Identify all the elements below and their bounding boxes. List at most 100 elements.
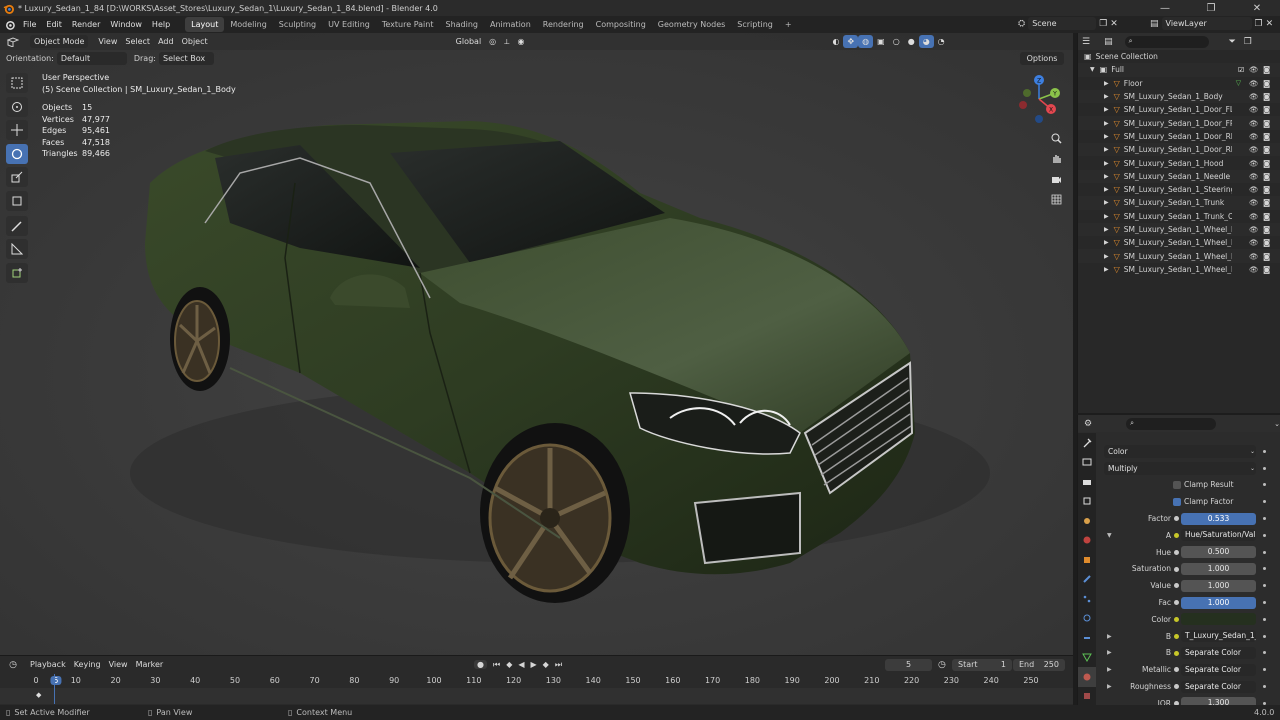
tab-shading[interactable]: Shading	[439, 17, 484, 32]
camera-icon[interactable]: ◙	[1263, 198, 1270, 207]
gizmo-toggle-icon[interactable]: ✥	[843, 35, 859, 48]
saturation-field[interactable]: 1.000	[1181, 562, 1256, 575]
record-icon[interactable]: ●	[474, 660, 487, 669]
outliner-object-row[interactable]: ▶ ▽ SM_Luxury_Sedan_1_Door_RL 👁 ◙	[1078, 130, 1280, 143]
keyframe-dot[interactable]	[1263, 517, 1266, 521]
menu-add[interactable]: Add	[154, 35, 178, 48]
rendered-shading-icon[interactable]: ◔	[934, 35, 949, 48]
object-tab-icon[interactable]	[1078, 550, 1096, 570]
world-tab-icon[interactable]	[1078, 531, 1096, 551]
expand-arrow-icon[interactable]: ▶	[1104, 146, 1109, 153]
menu-timeline-view[interactable]: View	[105, 658, 132, 671]
socket-dot[interactable]	[1174, 600, 1179, 606]
eye-icon[interactable]: 👁	[1249, 212, 1259, 221]
camera-view-icon[interactable]	[1047, 170, 1065, 188]
prev-keyframe-icon[interactable]: ◆	[506, 660, 512, 669]
outliner-object-row[interactable]: ▶ ▽ SM_Luxury_Sedan_1_Hood 👁 ◙	[1078, 156, 1280, 169]
scale-tool-icon[interactable]	[6, 167, 28, 187]
scene-icon[interactable]: ⛭	[1018, 19, 1025, 29]
clamp-result-checkbox[interactable]	[1173, 480, 1181, 489]
camera-icon[interactable]: ◙	[1263, 265, 1270, 274]
pivot-point-icon[interactable]: ◎	[485, 35, 500, 48]
3d-viewport[interactable]: Object Mode View Select Add Object Globa…	[0, 33, 1073, 655]
outliner-object-row[interactable]: ▶ ▽ SM_Luxury_Sedan_1_Trunk_Cc 👁 ◙	[1078, 210, 1280, 223]
expand-arrow-icon[interactable]: ▶	[1104, 199, 1109, 206]
render-tab-icon[interactable]	[1078, 453, 1096, 473]
camera-icon[interactable]: ◙	[1263, 92, 1270, 101]
outliner-search-input[interactable]: ⌕	[1124, 35, 1209, 48]
outliner-object-row[interactable]: ▶ ▽ SM_Luxury_Sedan_1_Body 👁 ◙	[1078, 89, 1280, 104]
expand-arrow-icon[interactable]: ▶	[1104, 226, 1109, 233]
eye-icon[interactable]: 👁	[1249, 172, 1259, 181]
expand-arrow-icon[interactable]: ▶	[1104, 266, 1109, 273]
socket-dot[interactable]	[1174, 650, 1179, 656]
timeline-track[interactable]: ◆	[0, 674, 1073, 704]
chevron-down-icon[interactable]: ⌄	[1274, 420, 1280, 428]
tool-tab-icon[interactable]	[1078, 433, 1096, 453]
scene-selector[interactable]: Scene	[1028, 17, 1097, 30]
keyframe-dot[interactable]	[1263, 584, 1266, 588]
camera-icon[interactable]: ◙	[1263, 159, 1270, 168]
texture-tab-icon[interactable]	[1078, 687, 1096, 707]
eye-icon[interactable]: 👁	[1249, 145, 1259, 154]
hue-field[interactable]: 0.500	[1181, 546, 1256, 559]
menu-render[interactable]: Render	[67, 20, 105, 29]
timeline-ruler[interactable]: 0 5 10 20 30 40 50 60 70 80 90 100 110 120 130 140 150 16…	[0, 674, 1073, 688]
b2-input-field[interactable]: Separate Color	[1181, 646, 1256, 659]
expand-arrow-icon[interactable]: ▶	[1104, 253, 1109, 260]
eye-icon[interactable]: 👁	[1249, 79, 1259, 88]
expand-arrow-icon[interactable]: ▶	[1104, 106, 1109, 113]
eye-icon[interactable]: 👁	[1249, 159, 1259, 168]
expand-arrow-icon[interactable]: ▶	[1107, 683, 1112, 690]
expand-arrow-icon[interactable]: ▶	[1104, 173, 1109, 180]
play-reverse-icon[interactable]: ◀	[518, 660, 524, 669]
factor-field[interactable]: 0.533	[1181, 512, 1256, 525]
rotate-tool-icon[interactable]	[6, 143, 28, 164]
view-layer-selector[interactable]: ViewLayer	[1161, 17, 1252, 30]
outliner-editor-icon[interactable]: ☰	[1082, 37, 1090, 47]
color-swatch[interactable]	[1181, 613, 1256, 626]
delete-view-layer-icon[interactable]: ✕	[1266, 19, 1274, 29]
menu-select[interactable]: Select	[121, 35, 154, 48]
camera-icon[interactable]: ◙	[1263, 105, 1270, 114]
camera-icon[interactable]: ◙	[1263, 65, 1270, 74]
new-view-layer-icon[interactable]: ❐	[1255, 19, 1263, 29]
expand-arrow-icon[interactable]: ▶	[1107, 633, 1112, 640]
menu-edit[interactable]: Edit	[41, 20, 67, 29]
eye-icon[interactable]: 👁	[1249, 65, 1259, 74]
roughness-input-field[interactable]: Separate Color	[1181, 680, 1256, 693]
properties-editor-icon[interactable]: ⚙	[1084, 419, 1092, 429]
menu-window[interactable]: Window	[105, 20, 147, 29]
camera-icon[interactable]: ◙	[1263, 132, 1270, 141]
socket-dot[interactable]	[1174, 684, 1179, 690]
expand-arrow-icon[interactable]: ▶	[1104, 133, 1109, 140]
mesh-data-icon[interactable]: ▽	[1236, 79, 1241, 87]
zoom-icon[interactable]	[1047, 129, 1065, 147]
data-type-dropdown[interactable]: Color	[1104, 444, 1256, 458]
outliner-object-row[interactable]: ▶ ▽ SM_Luxury_Sedan_1_Trunk 👁 ◙	[1078, 196, 1280, 210]
camera-icon[interactable]: ◙	[1263, 79, 1270, 88]
metallic-input-field[interactable]: Separate Color	[1181, 663, 1256, 676]
eye-icon[interactable]: 👁	[1249, 132, 1259, 141]
options-dropdown[interactable]: Options	[1020, 51, 1064, 65]
outliner-object-row[interactable]: ▶ ▽ SM_Luxury_Sedan_1_Wheel_Fl 👁 ◙	[1078, 263, 1280, 276]
expand-arrow-icon[interactable]: ▶	[1104, 80, 1109, 87]
eye-icon[interactable]: 👁	[1249, 265, 1259, 274]
expand-arrow-icon[interactable]: ▶	[1104, 160, 1109, 167]
blender-menu-icon[interactable]	[0, 19, 18, 30]
expand-arrow-icon[interactable]: ▶	[1107, 649, 1112, 656]
camera-icon[interactable]: ◙	[1263, 119, 1270, 128]
add-cube-tool-icon[interactable]	[6, 262, 28, 283]
eye-icon[interactable]: 👁	[1249, 198, 1259, 207]
snap-icon[interactable]: ⟂	[500, 35, 513, 48]
expand-arrow-icon[interactable]: ▶	[1104, 213, 1109, 220]
measure-tool-icon[interactable]	[6, 239, 28, 259]
new-collection-icon[interactable]: ❐	[1244, 37, 1252, 47]
outliner-object-row[interactable]: ▶ ▽ SM_Luxury_Sedan_1_Door_FL 👁 ◙	[1078, 103, 1280, 116]
keyframe-dot[interactable]	[1263, 483, 1266, 487]
data-tab-icon[interactable]	[1078, 648, 1096, 668]
menu-marker[interactable]: Marker	[132, 658, 168, 671]
camera-icon[interactable]: ◙	[1263, 185, 1270, 194]
keyframe-dot[interactable]	[1263, 601, 1266, 605]
visibility-icon[interactable]: ◐	[828, 35, 843, 48]
